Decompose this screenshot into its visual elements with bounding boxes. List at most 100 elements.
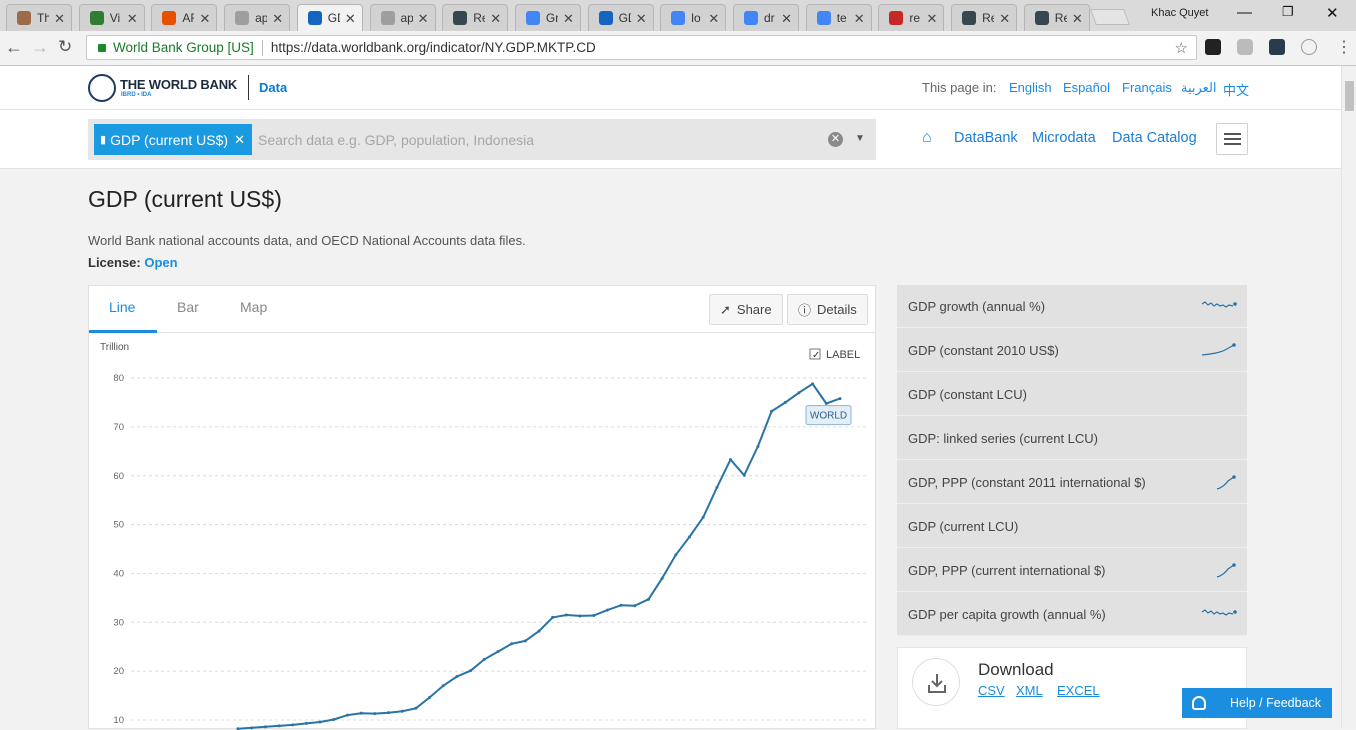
data-point[interactable] [688, 535, 691, 539]
details-button[interactable]: ⓘ Details [787, 294, 868, 325]
browser-tab[interactable]: ap ✕ [369, 4, 436, 31]
data-point[interactable] [345, 713, 349, 717]
data-point[interactable] [537, 629, 541, 633]
browser-tab[interactable]: te ✕ [805, 4, 872, 31]
data-point[interactable] [564, 613, 568, 617]
related-indicator-item[interactable]: GDP (constant 2010 US$) [897, 329, 1247, 372]
browser-tab[interactable]: Re ✕ [442, 4, 509, 31]
data-point[interactable] [482, 657, 486, 661]
lang-chinese[interactable]: 中文 [1223, 80, 1249, 99]
data-point[interactable] [277, 724, 281, 728]
related-indicator-item[interactable]: GDP, PPP (constant 2011 international $) [897, 461, 1247, 504]
scrollbar-thumb[interactable] [1345, 81, 1354, 111]
data-point[interactable] [510, 642, 514, 646]
data-point[interactable] [742, 473, 746, 477]
data-point[interactable] [605, 608, 609, 612]
data-point[interactable] [373, 712, 377, 716]
data-point[interactable] [291, 723, 295, 727]
lang-arabic[interactable]: العربية [1181, 80, 1217, 96]
tab-close-icon[interactable]: ✕ [490, 11, 501, 27]
download-excel-link[interactable]: EXCEL [1057, 683, 1100, 698]
browser-tab[interactable]: ap ✕ [224, 4, 291, 31]
data-point[interactable] [646, 597, 650, 601]
browser-tab[interactable]: dr ✕ [733, 4, 799, 31]
data-point[interactable] [715, 485, 719, 489]
data-point[interactable] [783, 400, 787, 404]
download-xml-link[interactable]: XML [1016, 683, 1043, 698]
tab-close-icon[interactable]: ✕ [563, 11, 574, 27]
share-button[interactable]: ➚ Share [709, 294, 783, 325]
data-point[interactable] [701, 515, 705, 519]
extension-circle-icon[interactable] [1301, 39, 1317, 55]
restore-icon[interactable]: ❐ [1282, 4, 1294, 20]
series-line[interactable] [237, 382, 841, 730]
tab-close-icon[interactable]: ✕ [272, 11, 283, 27]
tab-map[interactable]: Map [240, 299, 267, 315]
related-indicator-item[interactable]: GDP growth (annual %) [897, 285, 1247, 328]
data-point[interactable] [263, 725, 267, 729]
data-point[interactable] [619, 603, 623, 607]
related-indicator-item[interactable]: GDP (constant LCU) [897, 373, 1247, 416]
data-point[interactable] [756, 444, 760, 448]
browser-tab[interactable]: Th ✕ [6, 4, 72, 31]
react-devtools-icon[interactable] [1269, 39, 1285, 55]
tab-close-icon[interactable]: ✕ [127, 11, 138, 27]
tab-close-icon[interactable]: ✕ [418, 11, 429, 27]
brand-name[interactable]: THE WORLD BANK [120, 77, 237, 92]
back-icon[interactable]: ← [5, 37, 23, 58]
data-point[interactable] [578, 614, 582, 618]
browser-tab[interactable]: Gr ✕ [514, 4, 581, 31]
related-indicator-item[interactable]: GDP: linked series (current LCU) [897, 417, 1247, 460]
world-bank-logo-icon[interactable] [88, 74, 116, 102]
data-point[interactable] [797, 391, 801, 395]
nav-link-microdata[interactable]: Microdata [1032, 130, 1096, 146]
data-point[interactable] [400, 709, 404, 713]
data-point[interactable] [633, 604, 637, 608]
data-point[interactable] [824, 401, 828, 405]
clear-search-icon[interactable]: ✕ [828, 132, 843, 147]
download-icon[interactable] [912, 658, 960, 706]
chrome-menu-icon[interactable]: ⋮ [1336, 37, 1352, 57]
bookmark-star-icon[interactable]: ☆ [1175, 39, 1188, 57]
data-point[interactable] [660, 576, 664, 580]
url-text[interactable]: https://data.worldbank.org/indicator/NY.… [271, 40, 596, 55]
search-input[interactable] [254, 124, 814, 155]
home-icon[interactable]: ⌂ [922, 129, 932, 147]
data-point[interactable] [523, 639, 527, 643]
data-point[interactable] [770, 409, 774, 413]
tab-close-icon[interactable]: ✕ [199, 11, 210, 27]
data-point[interactable] [332, 718, 336, 722]
tab-bar[interactable]: Bar [177, 299, 199, 315]
browser-tab[interactable]: GD ✕ [587, 4, 654, 31]
browser-tab[interactable]: re ✕ [878, 4, 945, 31]
browser-tab[interactable]: Re ✕ [951, 4, 1018, 31]
tab-close-icon[interactable]: ✕ [999, 11, 1010, 27]
tab-close-icon[interactable]: ✕ [54, 11, 65, 27]
browser-tab[interactable]: Vi ✕ [78, 4, 145, 31]
lang-english[interactable]: English [1009, 80, 1052, 95]
section-link-data[interactable]: Data [259, 80, 287, 95]
tab-close-icon[interactable]: ✕ [1072, 11, 1083, 27]
data-point[interactable] [359, 711, 363, 715]
lang-espanol[interactable]: Español [1063, 80, 1110, 95]
tab-close-icon[interactable]: ✕ [781, 11, 792, 27]
data-point[interactable] [674, 553, 678, 557]
new-tab-button[interactable] [1090, 9, 1130, 25]
data-point[interactable] [304, 721, 308, 725]
related-indicator-item[interactable]: GDP (current LCU) [897, 505, 1247, 548]
page-scrollbar[interactable] [1341, 66, 1356, 729]
data-point[interactable] [318, 720, 322, 724]
data-point[interactable] [592, 613, 596, 617]
nav-link-databank[interactable]: DataBank [954, 130, 1018, 146]
related-indicator-item[interactable]: GDP per capita growth (annual %) [897, 593, 1247, 636]
profile-name[interactable]: Khac Quyet [1151, 7, 1208, 19]
tab-close-icon[interactable]: ✕ [926, 11, 937, 27]
tab-close-icon[interactable]: ✕ [854, 11, 865, 27]
data-point[interactable] [838, 397, 842, 401]
nav-link-data-catalog[interactable]: Data Catalog [1112, 130, 1197, 146]
chip-remove-icon[interactable]: ✕ [234, 132, 245, 148]
minimize-icon[interactable]: — [1237, 4, 1252, 21]
data-point[interactable] [551, 615, 555, 619]
tab-line[interactable]: Line [109, 299, 135, 315]
tab-close-icon[interactable]: ✕ [345, 11, 356, 27]
